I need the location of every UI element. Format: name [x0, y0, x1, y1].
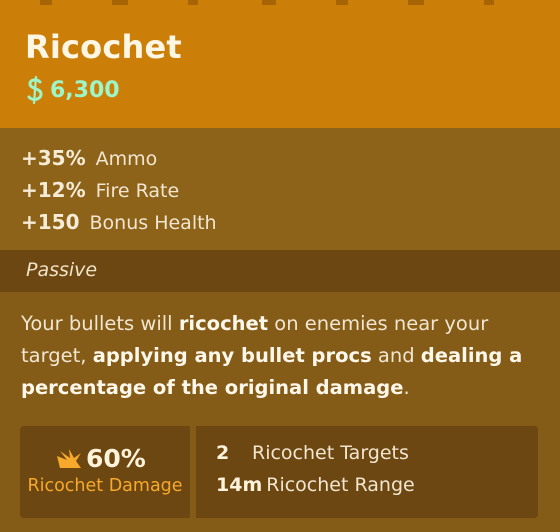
properties-box: 2 Ricochet Targets 14m Ricochet Range — [196, 426, 538, 518]
damage-row: 60% — [56, 444, 146, 473]
property-value: 2 — [216, 442, 230, 464]
stat-label: Fire Rate — [95, 180, 180, 202]
damage-box: 60% Ricochet Damage — [20, 426, 190, 518]
price-value: 6,300 — [50, 77, 120, 103]
passive-label: Passive — [26, 259, 98, 281]
stat-value: +150 — [21, 210, 80, 234]
stat-ammo: +35% Ammo — [21, 146, 157, 174]
header-notches — [0, 0, 560, 6]
property-label: Ricochet Targets — [252, 442, 409, 464]
damage-value: 60% — [86, 444, 146, 473]
property-value: 14m — [216, 474, 263, 496]
ricochet-damage-icon — [57, 448, 81, 468]
property-ricochet-targets: 2 Ricochet Targets — [216, 442, 409, 464]
passive-description: Your bullets will ricochet on enemies ne… — [21, 308, 543, 404]
stat-value: +12% — [21, 178, 86, 202]
stat-list: +35% Ammo +12% Fire Rate +150 Bonus Heal… — [0, 128, 560, 250]
stat-bonus-health: +150 Bonus Health — [21, 210, 217, 238]
item-card: Ricochet 6,300 +35% Ammo +12% Fire Rate … — [0, 0, 560, 532]
desc-text: and — [371, 344, 421, 367]
desc-keyword: ricochet — [178, 312, 269, 335]
desc-text: Your bullets will — [21, 312, 179, 335]
desc-keyword: applying any bullet procs — [92, 344, 372, 367]
stat-value: +35% — [21, 146, 86, 170]
property-label: Ricochet Range — [266, 474, 415, 496]
stat-label: Ammo — [95, 148, 158, 170]
stat-label: Bonus Health — [89, 212, 217, 234]
item-title: Ricochet — [25, 28, 182, 66]
item-price: 6,300 — [24, 74, 120, 106]
item-header: Ricochet 6,300 — [0, 0, 560, 128]
damage-label: Ricochet Damage — [27, 476, 183, 496]
stat-fire-rate: +12% Fire Rate — [21, 178, 179, 206]
passive-header: Passive — [0, 250, 560, 292]
souls-currency-icon — [27, 75, 43, 105]
property-ricochet-range: 14m Ricochet Range — [216, 474, 415, 496]
desc-text: . — [403, 376, 410, 399]
